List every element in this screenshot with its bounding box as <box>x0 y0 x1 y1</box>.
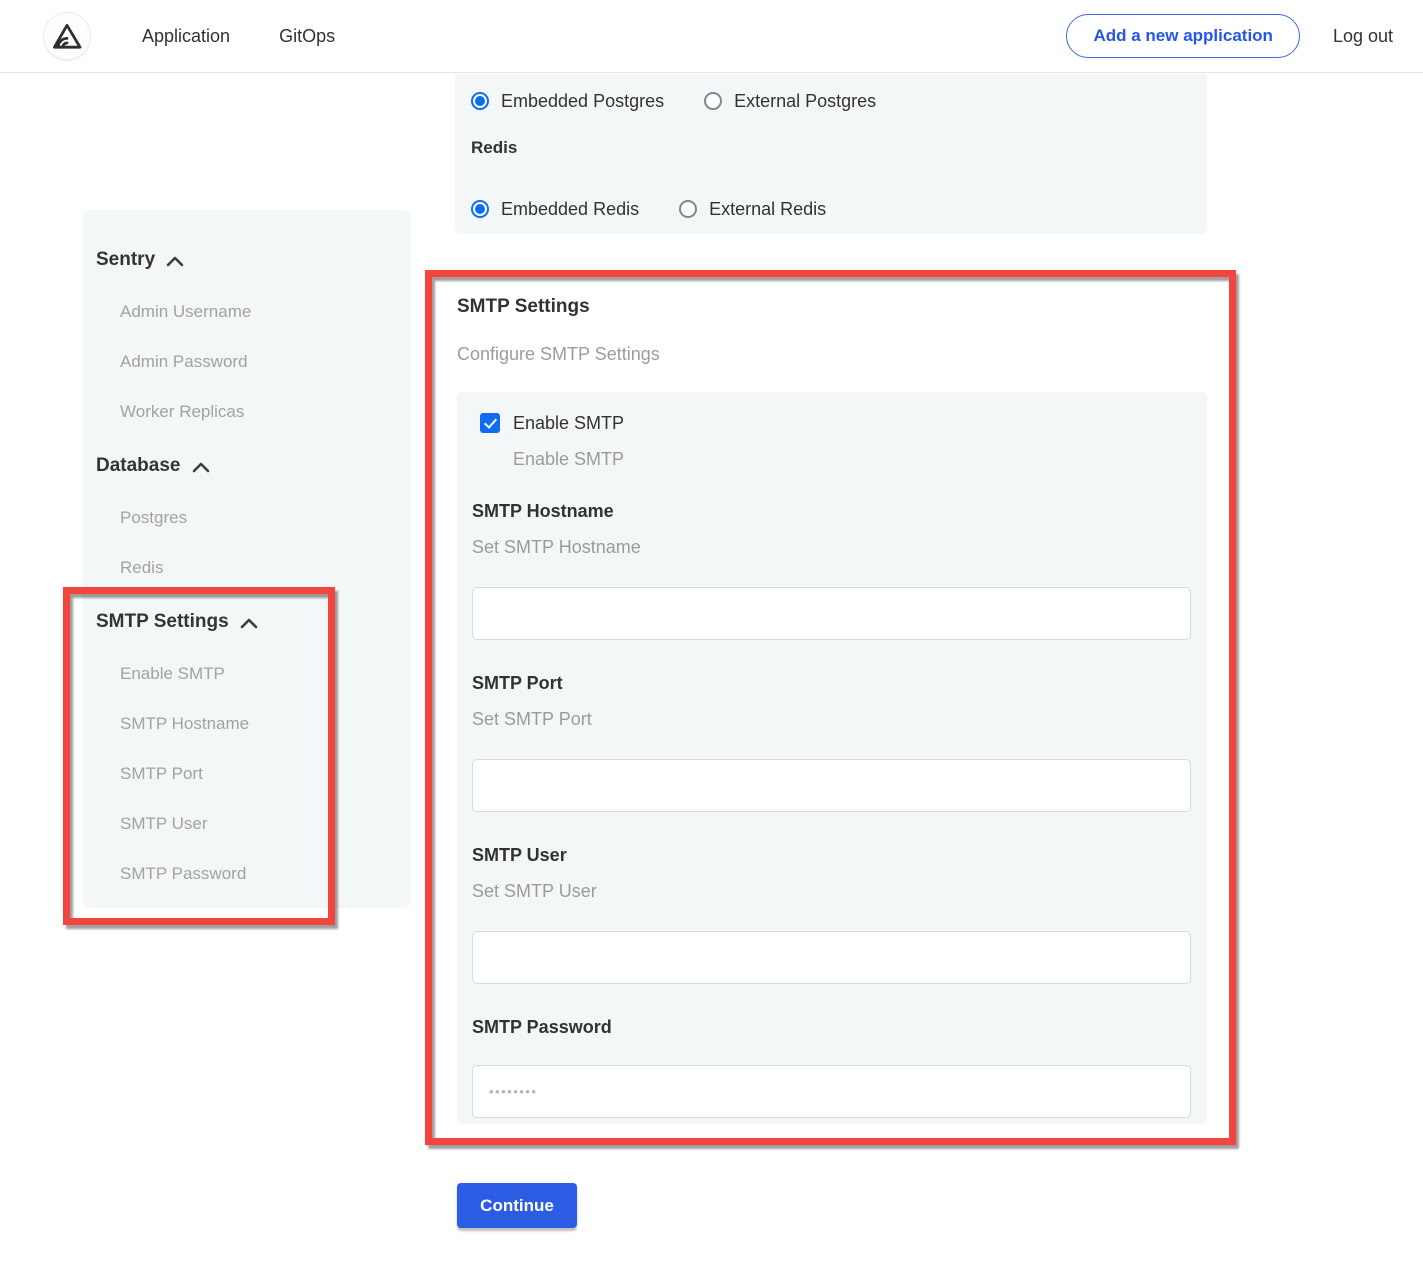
smtp-port-input[interactable] <box>472 759 1191 812</box>
sidebar-item-redis[interactable]: Redis <box>120 558 411 578</box>
sidebar-item-enable-smtp[interactable]: Enable SMTP <box>120 664 411 684</box>
smtp-section-subtitle: Configure SMTP Settings <box>457 344 660 365</box>
radio-label[interactable]: Embedded Postgres <box>501 91 664 112</box>
sidebar-item-smtp-user[interactable]: SMTP User <box>120 814 411 834</box>
enable-smtp-checkbox-row[interactable]: Enable SMTP <box>480 412 1191 434</box>
postgres-radio-group: Embedded Postgres External Postgres <box>471 88 1207 114</box>
radio-external-postgres[interactable]: External Postgres <box>704 91 876 112</box>
sidebar-item-admin-username[interactable]: Admin Username <box>120 302 411 322</box>
sidebar-item-smtp-password[interactable]: SMTP Password <box>120 864 411 884</box>
sidebar-item-smtp-port[interactable]: SMTP Port <box>120 764 411 784</box>
radio-embedded-postgres[interactable]: Embedded Postgres <box>471 91 664 112</box>
chevron-up-icon <box>166 256 184 267</box>
radio-selected-icon[interactable] <box>471 92 489 110</box>
smtp-section-title: SMTP Settings <box>457 296 590 318</box>
checkbox-checked-icon[interactable] <box>480 413 500 433</box>
smtp-hostname-label: SMTP Hostname <box>472 501 1191 522</box>
smtp-password-label: SMTP Password <box>472 1017 1191 1038</box>
radio-unselected-icon[interactable] <box>704 92 722 110</box>
continue-button[interactable]: Continue <box>457 1183 577 1228</box>
radio-embedded-redis[interactable]: Embedded Redis <box>471 199 639 220</box>
nav-item-gitops[interactable]: GitOps <box>279 26 335 47</box>
smtp-form-panel: Enable SMTP Enable SMTP SMTP Hostname Se… <box>457 392 1207 1124</box>
radio-label[interactable]: External Postgres <box>734 91 876 112</box>
smtp-password-input[interactable] <box>472 1065 1191 1118</box>
chevron-up-icon <box>192 462 210 473</box>
sidebar-group-smtp-settings[interactable]: SMTP Settings <box>96 610 411 634</box>
smtp-user-label: SMTP User <box>472 845 1191 866</box>
logout-link[interactable]: Log out <box>1333 26 1393 47</box>
enable-smtp-helper-text: Enable SMTP <box>513 449 1191 468</box>
smtp-hostname-helper: Set SMTP Hostname <box>472 537 1191 558</box>
nav-item-application[interactable]: Application <box>142 26 230 47</box>
sidebar-item-admin-password[interactable]: Admin Password <box>120 352 411 372</box>
sidebar-group-label: Database <box>96 455 181 477</box>
add-new-application-button[interactable]: Add a new application <box>1066 14 1299 58</box>
radio-label[interactable]: External Redis <box>709 199 826 220</box>
database-options-panel: Embedded Postgres External Postgres Redi… <box>455 74 1207 234</box>
radio-selected-icon[interactable] <box>471 200 489 218</box>
smtp-port-label: SMTP Port <box>472 673 1191 694</box>
sidebar-group-label: SMTP Settings <box>96 611 229 633</box>
smtp-user-helper: Set SMTP User <box>472 881 1191 902</box>
sidebar-item-smtp-hostname[interactable]: SMTP Hostname <box>120 714 411 734</box>
radio-external-redis[interactable]: External Redis <box>679 199 826 220</box>
chevron-up-icon <box>240 618 258 629</box>
redis-group-label: Redis <box>471 138 1207 160</box>
sentry-logo-icon <box>52 23 82 50</box>
smtp-hostname-input[interactable] <box>472 587 1191 640</box>
app-logo[interactable] <box>44 13 90 59</box>
sidebar-item-postgres[interactable]: Postgres <box>120 508 411 528</box>
smtp-port-helper: Set SMTP Port <box>472 709 1191 730</box>
smtp-user-input[interactable] <box>472 931 1191 984</box>
sidebar-group-label: Sentry <box>96 249 155 271</box>
enable-smtp-checkbox-label[interactable]: Enable SMTP <box>513 413 624 434</box>
radio-unselected-icon[interactable] <box>679 200 697 218</box>
redis-radio-group: Embedded Redis External Redis <box>471 196 1207 222</box>
sidebar-group-sentry[interactable]: Sentry <box>96 248 411 272</box>
sidebar-item-worker-replicas[interactable]: Worker Replicas <box>120 402 411 422</box>
sidebar-group-database[interactable]: Database <box>96 454 411 478</box>
config-sidebar: Sentry Admin Username Admin Password Wor… <box>83 210 411 908</box>
radio-label[interactable]: Embedded Redis <box>501 199 639 220</box>
top-navigation: Application GitOps Add a new application… <box>0 0 1423 73</box>
